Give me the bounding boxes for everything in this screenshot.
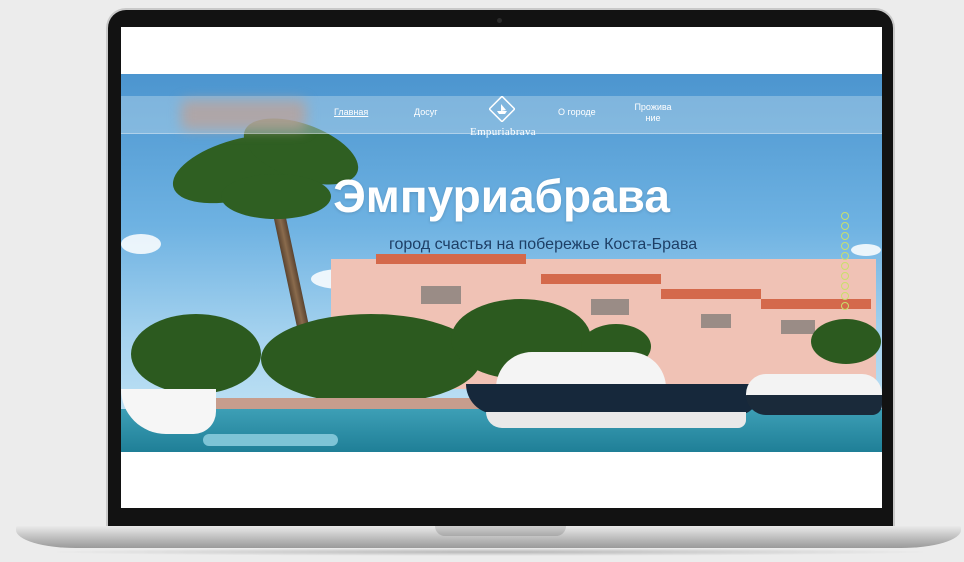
- roof: [541, 274, 661, 284]
- window: [781, 320, 815, 334]
- slider-dot[interactable]: [841, 282, 849, 290]
- boat-left: [121, 364, 216, 439]
- nav-living-line2: ние: [645, 113, 661, 123]
- laptop-screen: Главная Досуг О городе Прожива ние Empur…: [121, 27, 882, 508]
- cloud: [121, 234, 161, 254]
- roof: [661, 289, 761, 299]
- window: [591, 299, 629, 315]
- nav-about-city-link[interactable]: О городе: [558, 107, 596, 118]
- hero-banner: Главная Досуг О городе Прожива ние Empur…: [121, 74, 882, 452]
- window: [421, 286, 461, 304]
- yacht-logo-icon: [489, 96, 515, 122]
- top-navbar: Главная Досуг О городе Прожива ние Empur…: [121, 96, 882, 138]
- slider-dot[interactable]: [841, 222, 849, 230]
- cloud: [851, 244, 881, 256]
- brand-name: Empuriabrava: [470, 126, 536, 138]
- yacht-main: [466, 352, 761, 444]
- hero-title: Эмпуриабрава: [333, 170, 670, 222]
- pedal-boat: [203, 434, 338, 448]
- slider-dot[interactable]: [841, 272, 849, 280]
- slider-dot[interactable]: [841, 292, 849, 300]
- slider-dot[interactable]: [841, 242, 849, 250]
- shrub: [811, 319, 881, 364]
- slider-dot[interactable]: [841, 252, 849, 260]
- laptop-notch: [435, 526, 566, 536]
- nav-home-link[interactable]: Главная: [334, 107, 368, 118]
- hero-subtitle: город счастья на побережье Коста-Брава: [389, 236, 698, 253]
- shrub: [261, 314, 481, 404]
- slider-dot[interactable]: [841, 212, 849, 220]
- slider-dots: [841, 212, 855, 312]
- nav-living-link[interactable]: Прожива ние: [633, 102, 673, 124]
- slider-dot[interactable]: [841, 262, 849, 270]
- webcam: [497, 18, 502, 23]
- window: [701, 314, 731, 328]
- yacht-right: [746, 359, 882, 429]
- roof: [376, 254, 526, 264]
- blurred-logo: [181, 100, 306, 130]
- slider-dot[interactable]: [841, 302, 849, 310]
- nav-living-line1: Прожива: [634, 102, 672, 112]
- laptop-shadow: [40, 548, 940, 556]
- nav-leisure-link[interactable]: Досуг: [414, 107, 437, 118]
- brand-logo-link[interactable]: Empuriabrava: [461, 96, 545, 138]
- slider-dot[interactable]: [841, 232, 849, 240]
